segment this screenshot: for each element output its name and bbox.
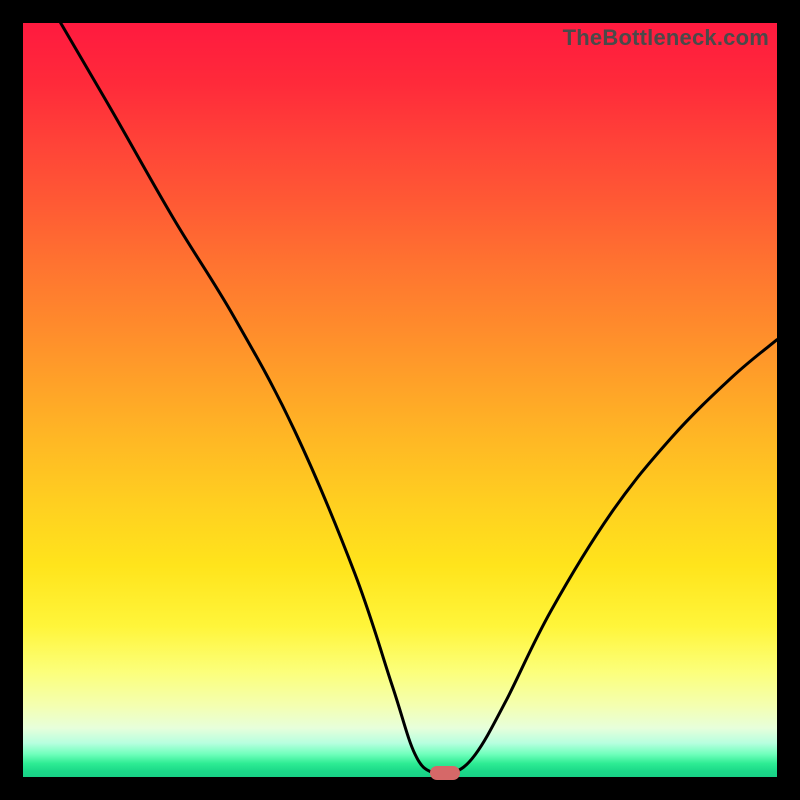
plot-area: TheBottleneck.com	[23, 23, 777, 777]
optimal-marker	[430, 766, 460, 780]
chart-frame: TheBottleneck.com	[0, 0, 800, 800]
bottleneck-curve	[23, 23, 777, 777]
